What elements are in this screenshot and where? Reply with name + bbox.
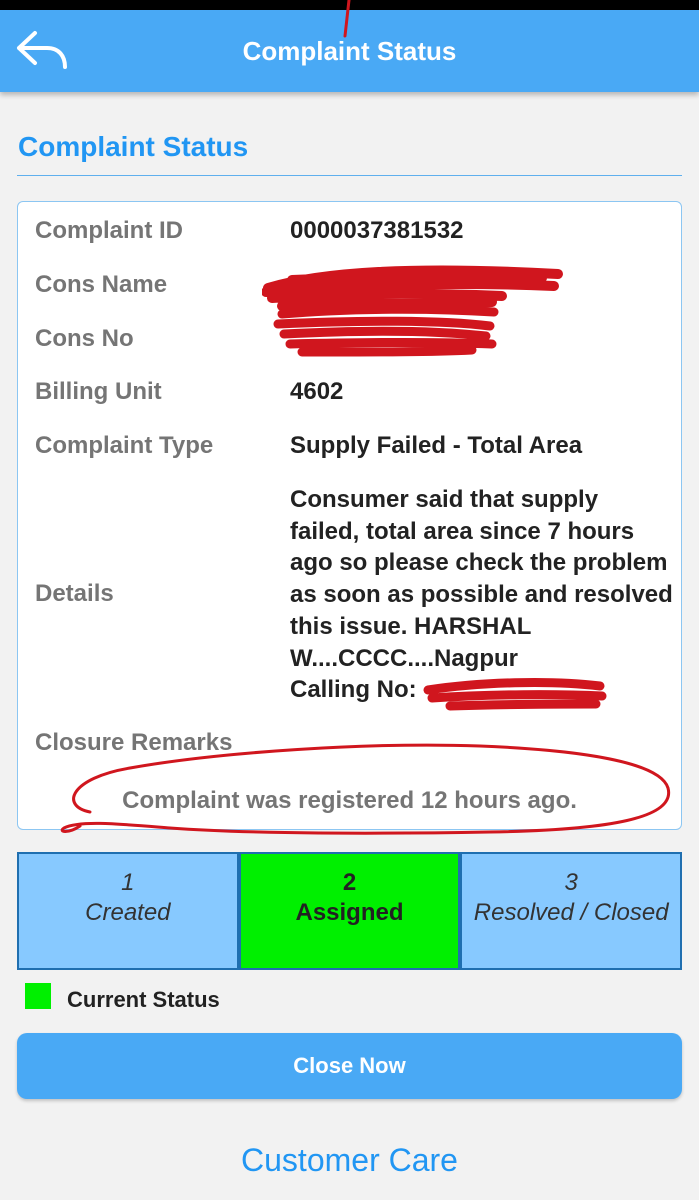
step-number: 2 [342, 869, 357, 896]
current-status-label: Current Status [67, 987, 220, 1012]
step-number: 1 [121, 869, 135, 896]
complaint-type-value: Supply Failed - Total Area [290, 432, 583, 459]
cons-no-label: Cons No [35, 325, 134, 352]
billing-unit-value: 4602 [290, 378, 344, 405]
status-bar [0, 0, 699, 10]
step-resolved-closed[interactable]: 3 Resolved / Closed [460, 852, 683, 970]
app-bar-title: Complaint Status [242, 36, 457, 66]
close-now-button[interactable]: Close Now [17, 1033, 682, 1099]
cons-name-label: Cons Name [35, 271, 168, 298]
complaint-details-card: Complaint ID 0000037381532 Cons Name Con… [17, 201, 682, 830]
complaint-id-value: 0000037381532 [290, 217, 464, 244]
step-created[interactable]: 1 Created [17, 852, 239, 970]
billing-unit-label: Billing Unit [35, 378, 162, 405]
customer-care-link[interactable]: Customer Care [0, 1142, 699, 1179]
section-title: Complaint Status [18, 131, 249, 162]
details-label: Details [35, 580, 114, 607]
step-label: Resolved / Closed [473, 899, 669, 926]
details-value: Consumer said that supply failed, total … [290, 486, 673, 704]
app-bar: Complaint Status [0, 10, 699, 92]
complaint-id-label: Complaint ID [35, 217, 183, 244]
closure-remarks-label: Closure Remarks [35, 729, 233, 756]
current-status-swatch [25, 983, 51, 1009]
complaint-type-label: Complaint Type [35, 432, 214, 459]
step-number: 3 [564, 869, 578, 896]
status-stepper: 1 Created 2 Assigned 3 Resolved / Closed [17, 852, 683, 970]
step-label: Created [85, 899, 171, 926]
complaint-age-text: Complaint was registered 12 hours ago. [122, 787, 577, 814]
step-assigned[interactable]: 2 Assigned [238, 852, 461, 970]
section-divider [17, 175, 682, 176]
step-label: Assigned [295, 899, 404, 926]
